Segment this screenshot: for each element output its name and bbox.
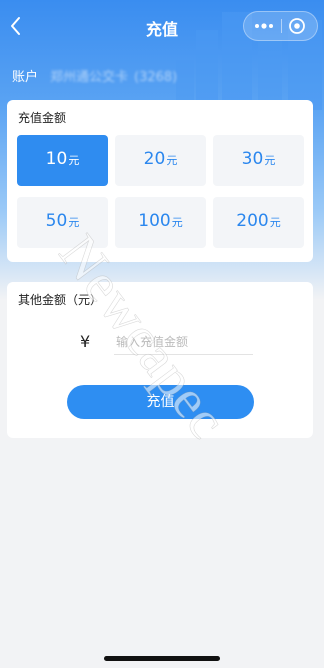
amount-unit: 元	[68, 216, 80, 229]
account-label: 账户	[12, 70, 39, 85]
amount-value: 30	[241, 149, 264, 169]
amount-panel-title: 充值金额	[18, 111, 67, 125]
amount-unit: 元	[171, 216, 183, 229]
more-dots-icon[interactable]	[253, 18, 275, 34]
amount-option-50[interactable]: 50 元	[17, 197, 108, 248]
currency-symbol: ¥	[80, 332, 91, 351]
amount-unit: 元	[264, 154, 276, 167]
capsule-close-icon[interactable]	[288, 17, 306, 35]
amount-option-100[interactable]: 100 元	[115, 197, 206, 248]
amount-unit: 元	[68, 154, 80, 167]
recharge-button[interactable]: 充值	[67, 385, 254, 419]
account-info: 账户 郑州通公交卡 (3268)	[12, 66, 177, 85]
amount-option-30[interactable]: 30 元	[213, 135, 304, 186]
home-indicator	[104, 656, 220, 661]
amount-option-200[interactable]: 200 元	[213, 197, 304, 248]
amount-unit: 元	[269, 216, 281, 229]
amount-value: 20	[143, 149, 166, 169]
amount-value: 200	[236, 211, 269, 231]
amount-value: 50	[45, 211, 68, 231]
amount-value: 100	[138, 211, 171, 231]
other-amount-title: 其他金额（元）	[18, 293, 103, 307]
other-amount-panel: 其他金额（元） ¥ 充值	[7, 282, 313, 438]
amount-option-20[interactable]: 20 元	[115, 135, 206, 186]
amount-panel: 充值金额 10 元 20 元 30 元 50 元 100 元 200 元	[7, 100, 313, 262]
card-number-tail: (3268)	[134, 70, 178, 85]
card-name: 郑州通公交卡	[50, 70, 129, 85]
chevron-left-icon[interactable]	[8, 15, 24, 37]
amount-unit: 元	[166, 154, 178, 167]
amount-option-10[interactable]: 10 元	[17, 135, 108, 186]
miniprogram-capsule	[243, 11, 318, 41]
capsule-divider	[281, 19, 282, 33]
custom-amount-input[interactable]	[114, 330, 253, 355]
nav-bar: 充值	[0, 0, 324, 52]
amount-value: 10	[45, 149, 68, 169]
